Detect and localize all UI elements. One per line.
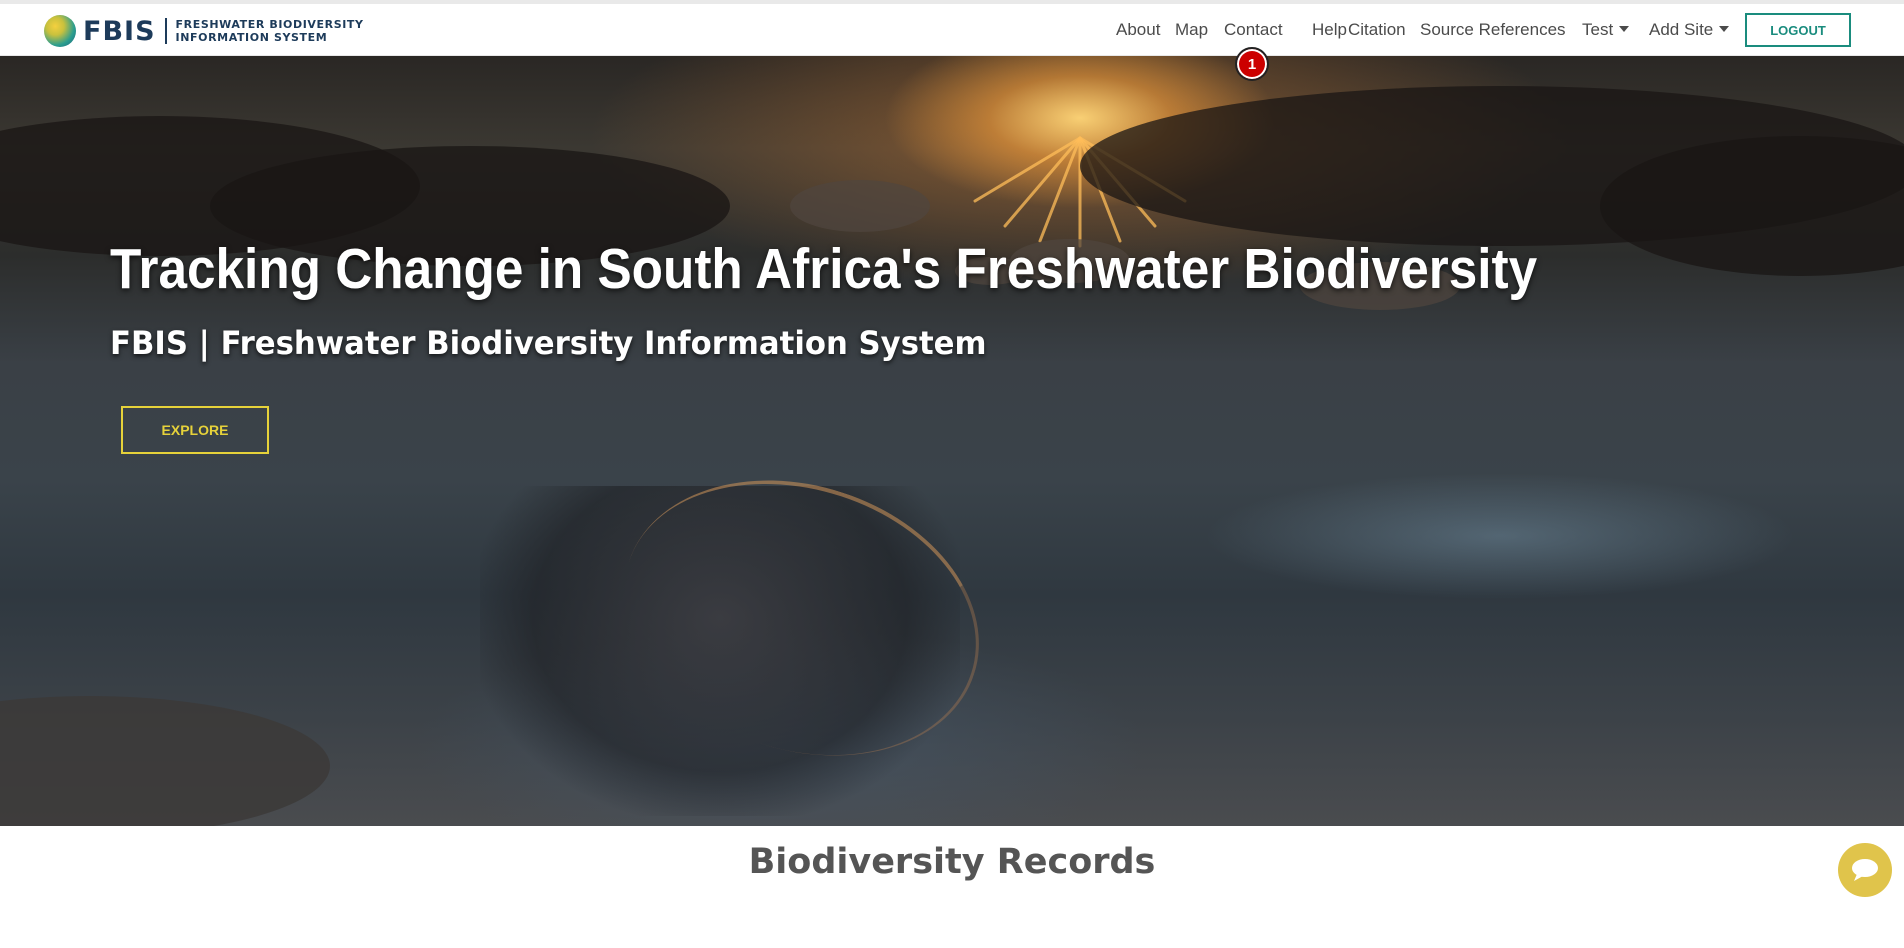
nav-item-help-wrap: Help [1312, 4, 1347, 56]
hero-banner [0, 56, 1904, 826]
nav-item-map[interactable]: Map [1175, 20, 1208, 40]
biodiversity-records-heading: Biodiversity Records [748, 842, 1156, 882]
chat-bubble-icon [1852, 859, 1878, 881]
nav-item-contact[interactable]: Contact [1224, 20, 1283, 40]
nav-dropdown-add-site[interactable]: Add Site [1649, 20, 1730, 40]
nav-dropdown-test-label: Test [1582, 20, 1614, 39]
nav-dropdown-test-wrap: Test [1582, 4, 1630, 56]
nav-item-about-wrap: About [1116, 4, 1160, 56]
chevron-down-icon [1719, 26, 1730, 32]
nav-item-about[interactable]: About [1116, 20, 1160, 40]
notification-badge[interactable]: 1 [1235, 47, 1269, 81]
logo-wordmark: FBIS [83, 15, 156, 47]
site-logo[interactable]: FBIS FRESHWATER BIODIVERSITY INFORMATION… [44, 14, 364, 48]
nav-item-citation-wrap: Citation [1348, 4, 1406, 56]
nav-item-help[interactable]: Help [1312, 20, 1347, 40]
logo-globe-icon [44, 15, 76, 47]
logo-divider [164, 18, 167, 44]
nav-item-map-wrap: Map [1175, 4, 1208, 56]
logout-button[interactable]: LOGOUT [1745, 13, 1851, 47]
logo-subtitle-line2: INFORMATION SYSTEM [175, 31, 328, 44]
nav-dropdown-test[interactable]: Test [1582, 20, 1630, 40]
nav-item-citation[interactable]: Citation [1348, 20, 1406, 40]
explore-button[interactable]: EXPLORE [121, 406, 269, 454]
nav-item-source-references-wrap: Source References [1420, 4, 1566, 56]
logo-subtitle-line1: FRESHWATER BIODIVERSITY [175, 18, 364, 31]
chat-button[interactable] [1838, 843, 1892, 897]
nav-item-source-references[interactable]: Source References [1420, 20, 1566, 40]
hero-subtitle: FBIS | Freshwater Biodiversity Informati… [110, 324, 987, 362]
hero-title: Tracking Change in South Africa's Freshw… [110, 237, 1538, 301]
navbar: FBIS FRESHWATER BIODIVERSITY INFORMATION… [0, 4, 1904, 56]
nav-dropdown-add-site-label: Add Site [1649, 20, 1714, 39]
logo-subtitle: FRESHWATER BIODIVERSITY INFORMATION SYST… [176, 18, 364, 44]
nav-dropdown-add-site-wrap: Add Site [1649, 4, 1730, 56]
chevron-down-icon [1619, 26, 1630, 32]
